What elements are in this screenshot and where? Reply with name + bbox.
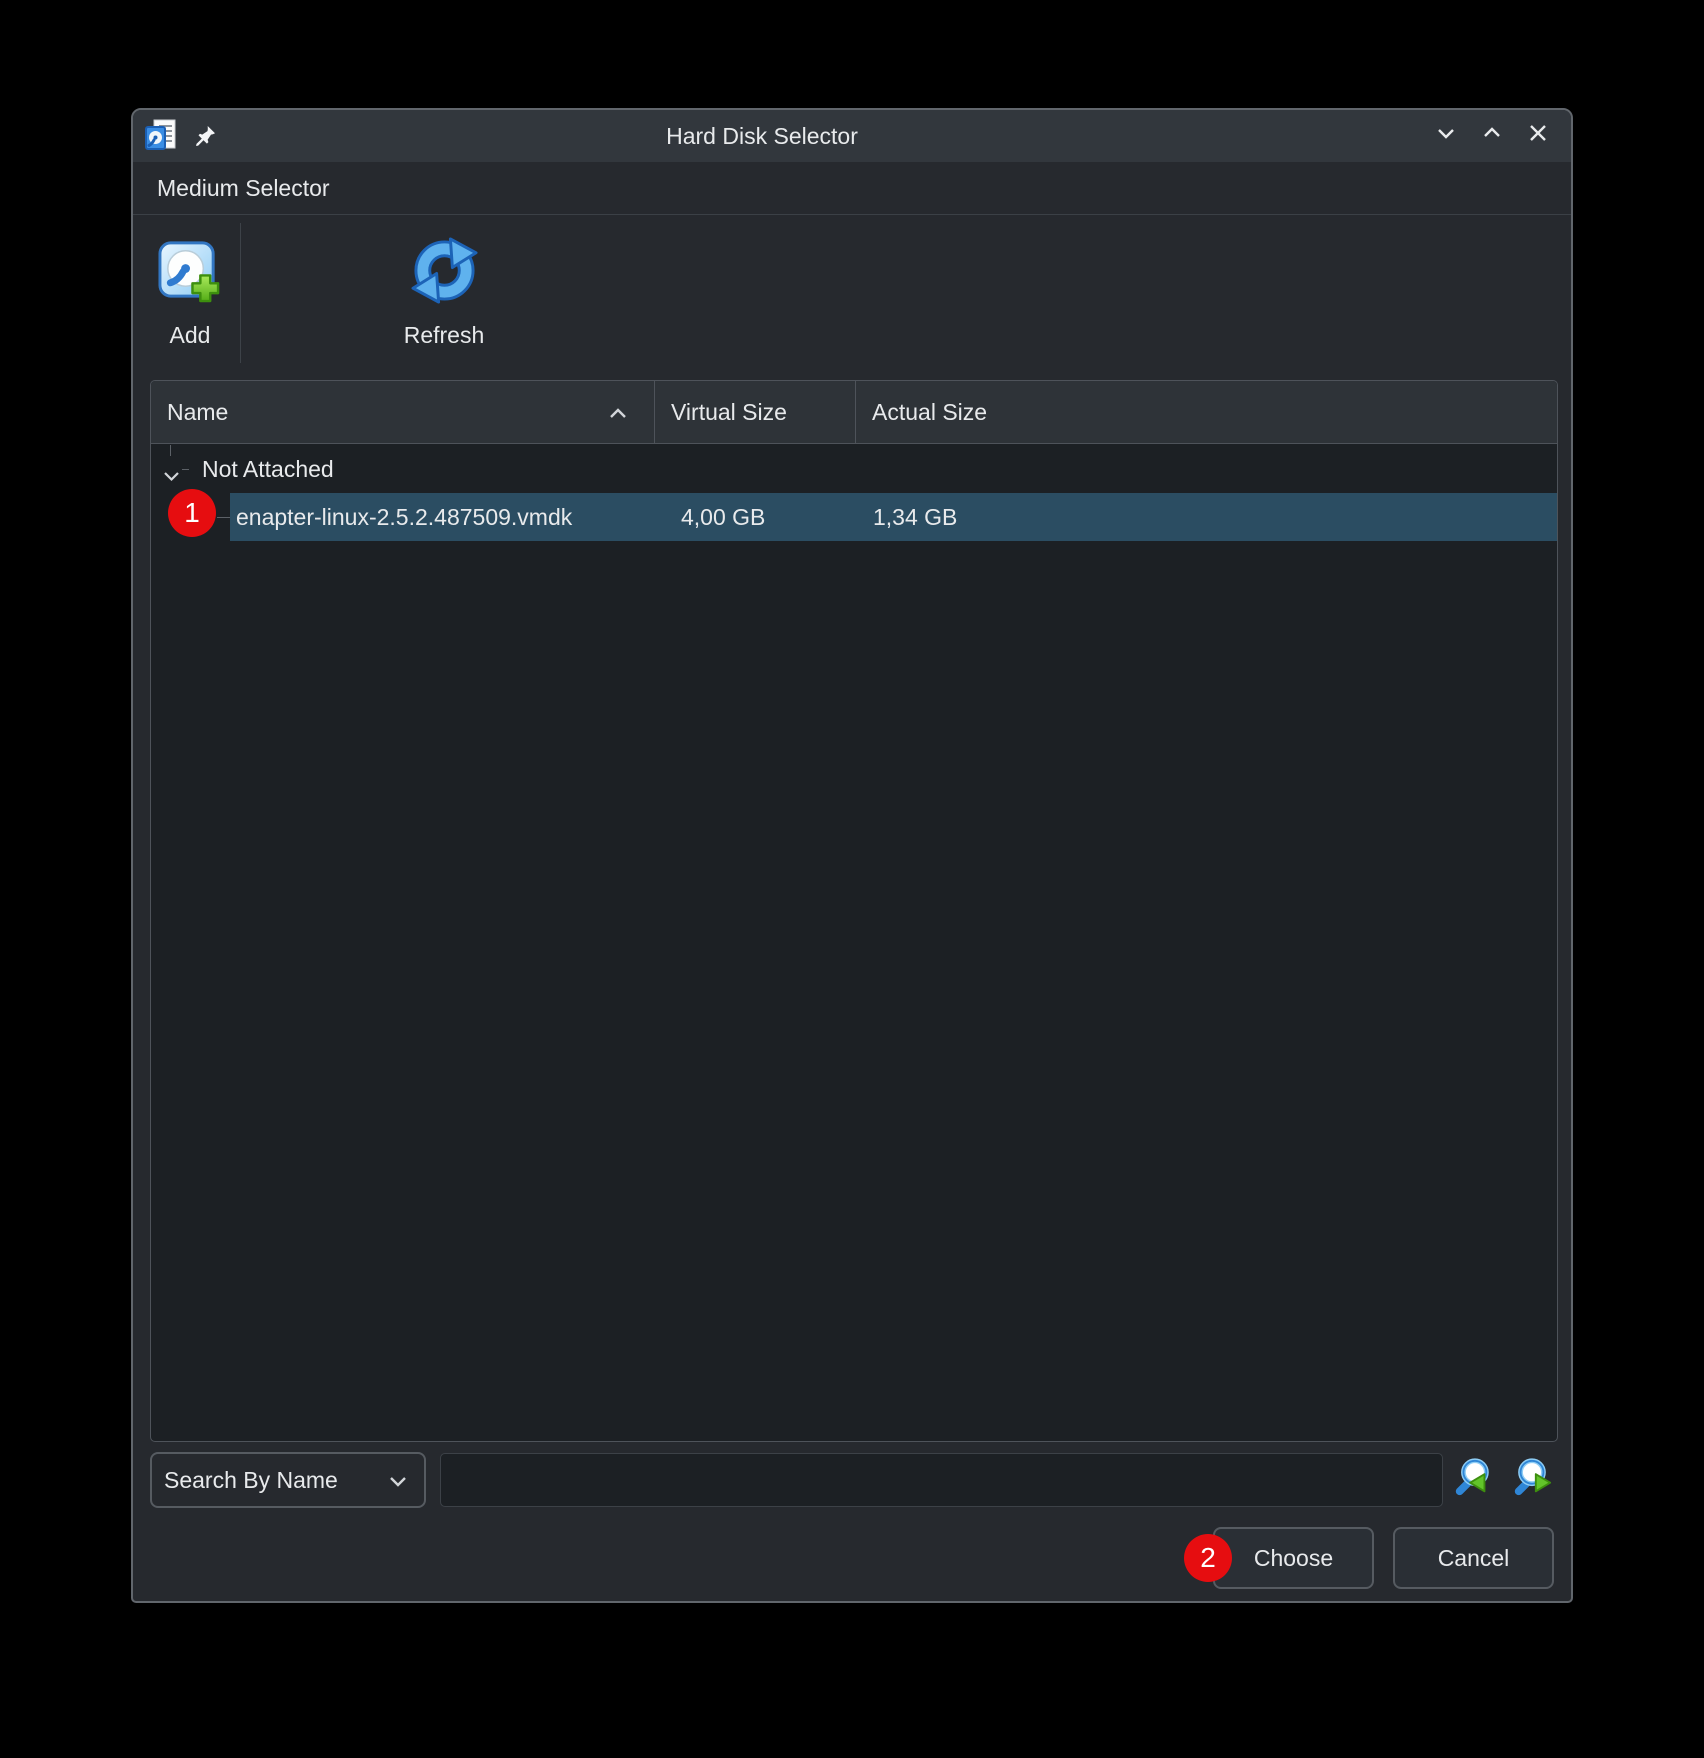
search-filter-label: Search By Name xyxy=(164,1467,338,1494)
menu-medium-selector[interactable]: Medium Selector xyxy=(133,162,344,214)
group-label: Not Attached xyxy=(202,456,334,483)
chevron-up-icon xyxy=(1479,120,1505,152)
search-filter-dropdown[interactable]: Search By Name xyxy=(150,1452,426,1508)
table-header: Name Virtual Size Actual Size xyxy=(151,381,1557,444)
hard-disk-selector-dialog: Hard Disk Selector xyxy=(131,108,1573,1603)
search-previous-icon xyxy=(1452,1456,1494,1504)
group-row-not-attached[interactable]: Not Attached xyxy=(151,445,1557,493)
add-medium-button[interactable]: Add xyxy=(135,237,245,349)
close-window-button[interactable] xyxy=(1525,123,1551,149)
tree-branch-line xyxy=(217,517,230,518)
toolbar-separator xyxy=(240,223,241,363)
titlebar[interactable]: Hard Disk Selector xyxy=(133,110,1571,162)
medium-actual-size: 1,34 GB xyxy=(873,493,957,541)
hard-disk-document-icon xyxy=(143,118,179,154)
shade-window-button[interactable] xyxy=(1433,123,1459,149)
annotation-step-1: 1 xyxy=(168,489,216,537)
search-next-icon xyxy=(1511,1456,1553,1504)
chevron-down-icon[interactable] xyxy=(162,462,181,476)
close-icon xyxy=(1525,120,1551,152)
column-header-name[interactable]: Name xyxy=(151,381,654,443)
add-label: Add xyxy=(170,322,211,349)
search-row: Search By Name xyxy=(150,1450,1554,1510)
chevron-down-icon xyxy=(1433,120,1459,152)
refresh-arrows-icon xyxy=(411,237,478,310)
chevron-down-icon xyxy=(388,1467,408,1494)
table-row-selected[interactable]: enapter-linux-2.5.2.487509.vmdk 4,00 GB … xyxy=(151,493,1557,541)
hard-disk-add-icon xyxy=(157,237,224,310)
media-table: Name Virtual Size Actual Size xyxy=(150,380,1558,1442)
refresh-button[interactable]: Refresh xyxy=(389,237,499,349)
dialog-button-box: Choose Cancel xyxy=(133,1527,1554,1589)
medium-name: enapter-linux-2.5.2.487509.vmdk xyxy=(236,493,572,541)
column-header-virtual-size[interactable]: Virtual Size xyxy=(654,381,855,443)
search-input[interactable] xyxy=(440,1453,1443,1507)
sort-ascending-icon xyxy=(608,399,628,426)
annotation-step-2: 2 xyxy=(1184,1534,1232,1582)
medium-virtual-size: 4,00 GB xyxy=(681,493,765,541)
pin-icon[interactable] xyxy=(193,124,217,148)
tree-branch-line xyxy=(182,469,189,470)
menubar: Medium Selector xyxy=(133,162,1571,215)
toolbar: Add Refresh xyxy=(133,215,1571,380)
search-previous-button[interactable] xyxy=(1451,1458,1495,1502)
unshade-window-button[interactable] xyxy=(1479,123,1505,149)
window-title: Hard Disk Selector xyxy=(562,110,962,162)
search-next-button[interactable] xyxy=(1510,1458,1554,1502)
cancel-button[interactable]: Cancel xyxy=(1393,1527,1554,1589)
choose-button[interactable]: Choose xyxy=(1213,1527,1374,1589)
refresh-label: Refresh xyxy=(404,322,485,349)
column-header-actual-size[interactable]: Actual Size xyxy=(855,381,1557,443)
